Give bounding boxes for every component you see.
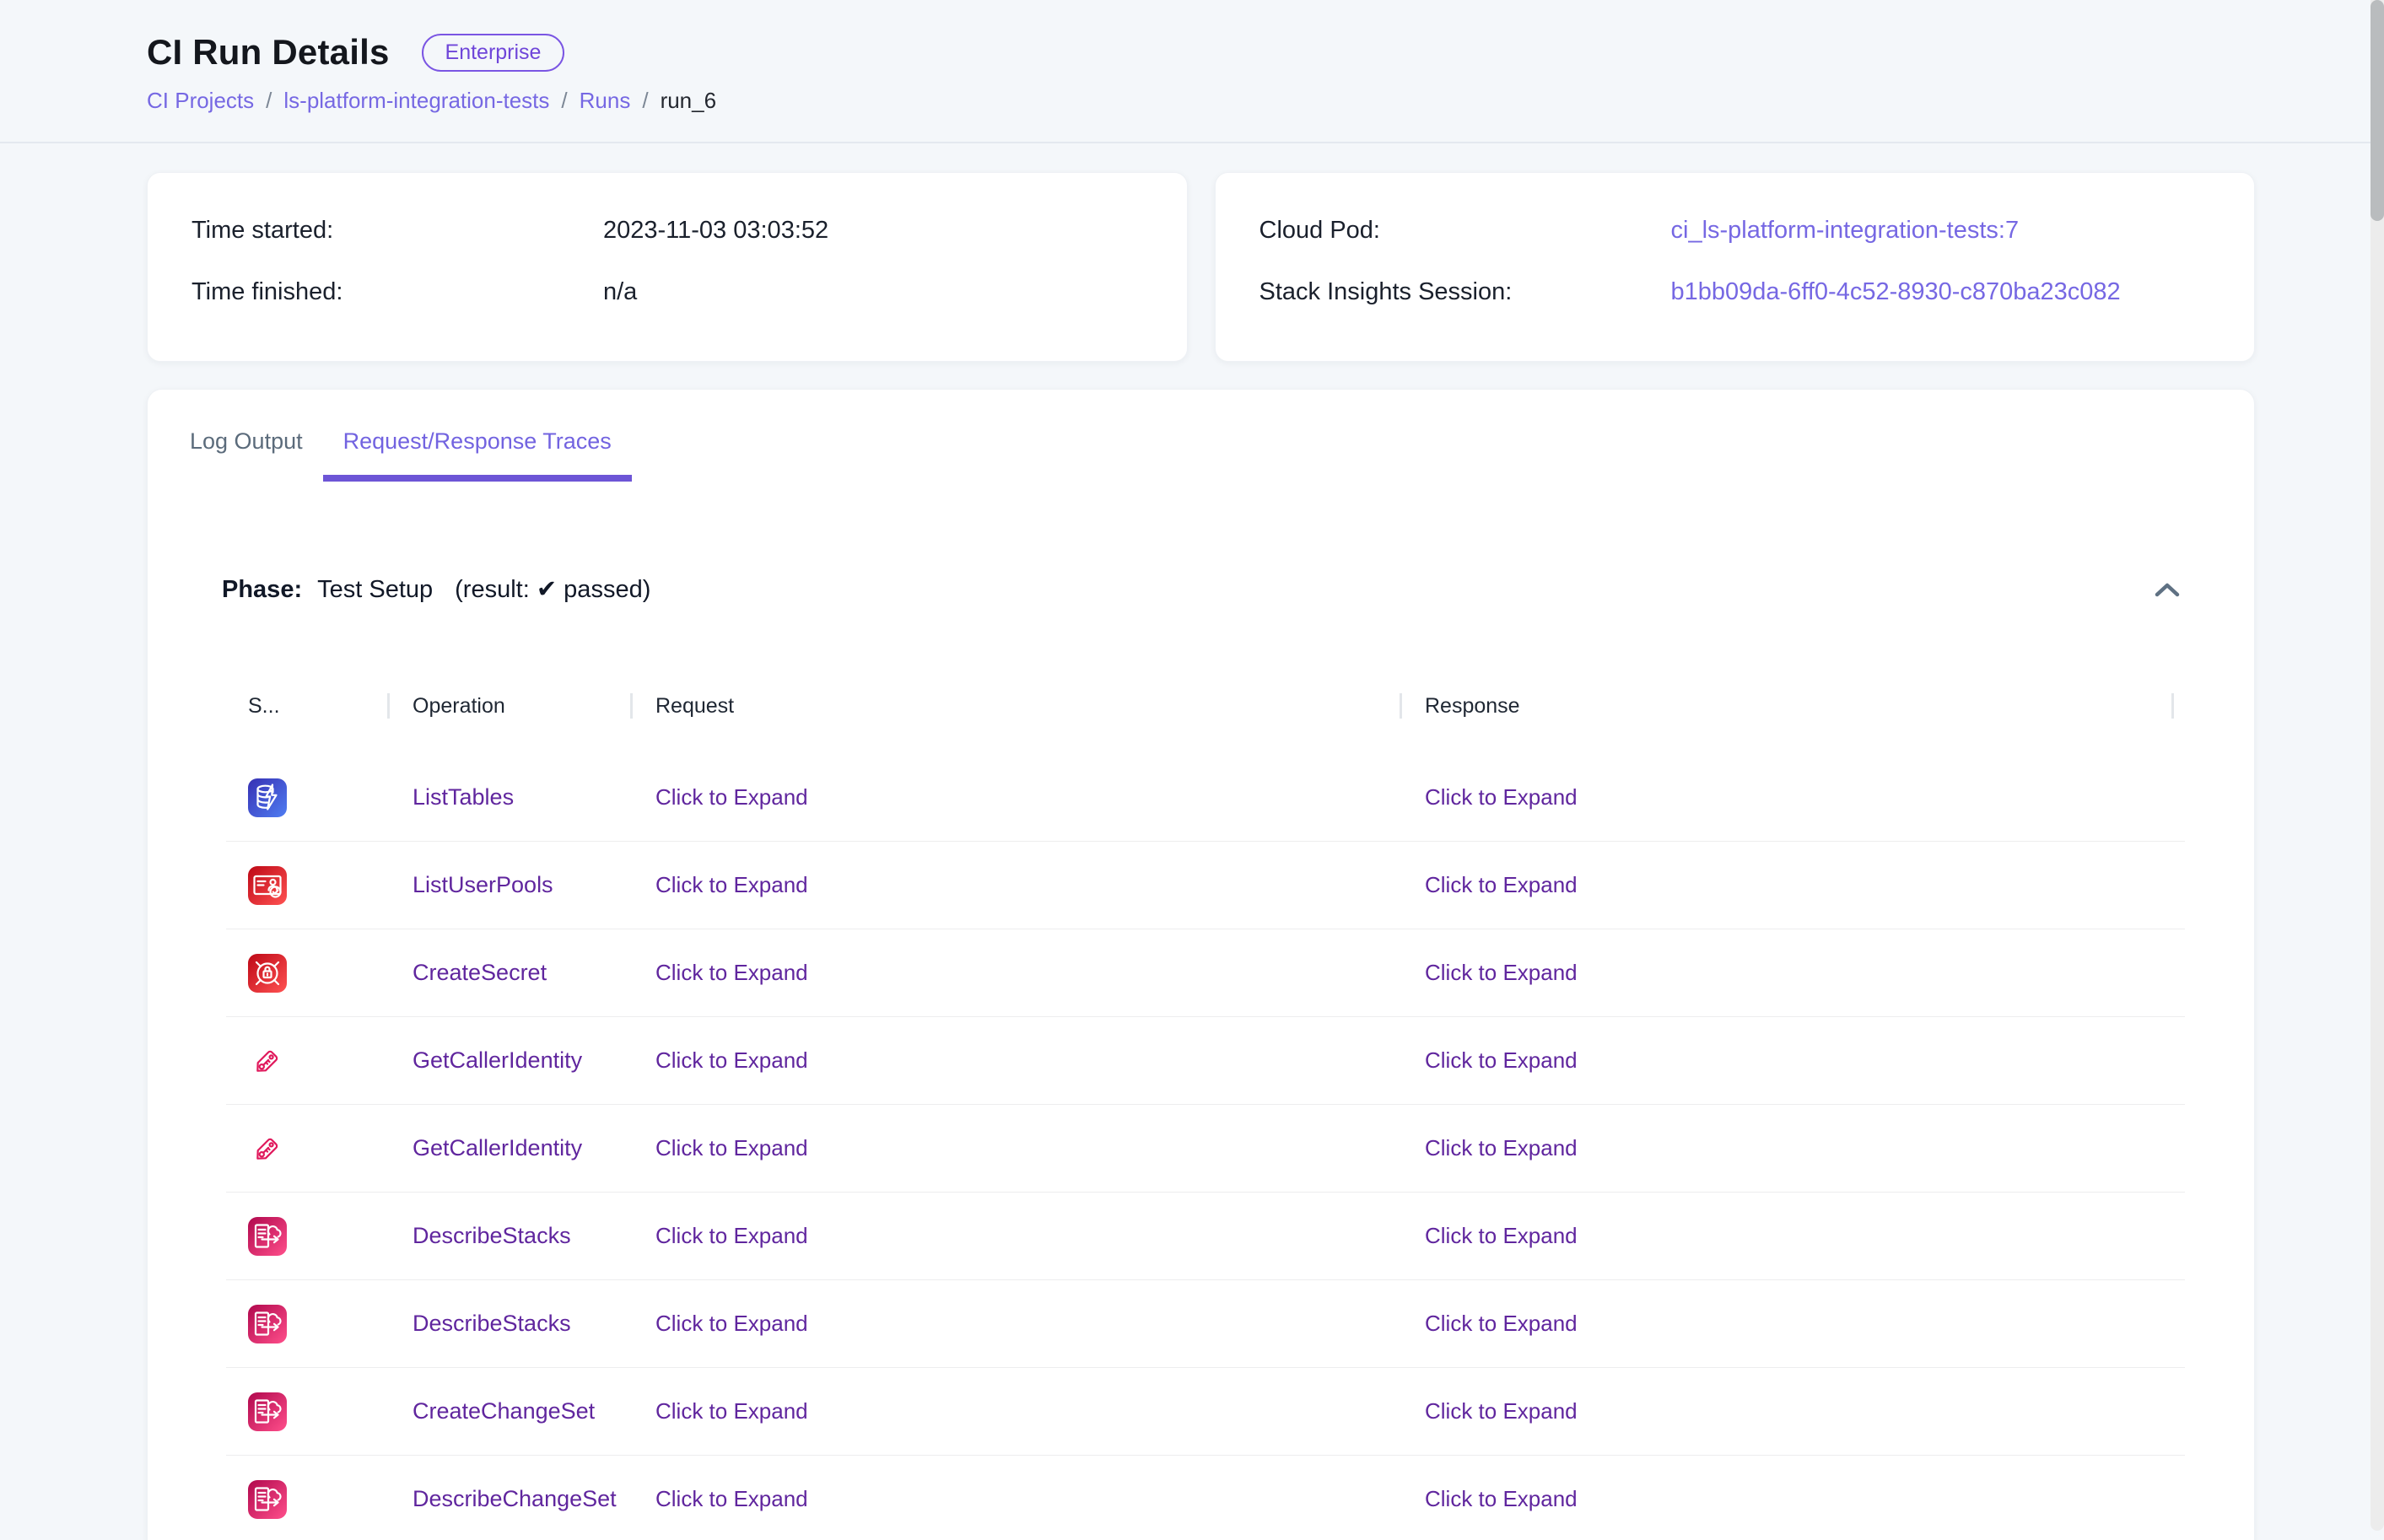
run-times-card: Time started: 2023-11-03 03:03:52 Time f…: [147, 172, 1188, 362]
secretsmanager-service-icon: [248, 954, 287, 993]
breadcrumb-item-run-6: run_6: [661, 88, 717, 114]
phase-header: Phase: Test Setup (result: ✔ passed): [148, 574, 2254, 604]
column-header-response: Response: [1400, 692, 2171, 720]
request-expand-link[interactable]: Click to Expand: [655, 1311, 808, 1336]
trace-table: S... Operation Request Response ListTabl…: [226, 692, 2185, 1540]
breadcrumb-item-runs[interactable]: Runs: [580, 88, 631, 114]
time-started-label: Time started:: [191, 217, 603, 245]
info-cards-row: Time started: 2023-11-03 03:03:52 Time f…: [147, 172, 2255, 362]
column-header-spacer: [2171, 692, 2197, 720]
sts-service-icon: [248, 1042, 287, 1080]
response-expand-link[interactable]: Click to Expand: [1425, 1223, 1578, 1248]
tab-bar: Log Output Request/Response Traces: [148, 390, 2254, 482]
cloudformation-service-icon: [248, 1305, 287, 1343]
response-expand-link[interactable]: Click to Expand: [1425, 872, 1578, 897]
column-header-status: S...: [226, 692, 387, 720]
operation-label: GetCallerIdentity: [413, 1135, 582, 1160]
phase-collapse-button[interactable]: [2149, 576, 2186, 603]
table-row: CreateChangeSet Click to Expand Click to…: [226, 1368, 2185, 1456]
operation-label: DescribeChangeSet: [413, 1486, 617, 1511]
dynamodb-service-icon: [248, 778, 287, 817]
breadcrumb-separator: /: [266, 88, 272, 114]
column-header-request: Request: [630, 692, 1400, 720]
page-scrollbar-track[interactable]: [2371, 0, 2384, 1531]
time-finished-label: Time finished:: [191, 278, 603, 306]
tab-request-response-traces[interactable]: Request/Response Traces: [323, 428, 632, 482]
run-links-card: Cloud Pod: ci_ls-platform-integration-te…: [1215, 172, 2256, 362]
response-expand-link[interactable]: Click to Expand: [1425, 960, 1578, 985]
table-row: ListUserPools Click to Expand Click to E…: [226, 842, 2185, 929]
trace-table-body: ListTables Click to Expand Click to Expa…: [226, 754, 2185, 1540]
operation-label: DescribeStacks: [413, 1223, 571, 1248]
table-row: CreateSecret Click to Expand Click to Ex…: [226, 929, 2185, 1017]
request-expand-link[interactable]: Click to Expand: [655, 872, 808, 897]
page-title: CI Run Details: [147, 32, 390, 73]
enterprise-badge: Enterprise: [422, 34, 565, 72]
page-scrollbar-thumb[interactable]: [2371, 0, 2384, 221]
cloud-pod-label: Cloud Pod:: [1259, 217, 1671, 245]
response-expand-link[interactable]: Click to Expand: [1425, 784, 1578, 810]
operation-label: CreateSecret: [413, 960, 547, 985]
table-row: DescribeStacks Click to Expand Click to …: [226, 1193, 2185, 1280]
response-expand-link[interactable]: Click to Expand: [1425, 1311, 1578, 1336]
phase-name: Test Setup: [317, 576, 433, 604]
column-header-operation: Operation: [387, 692, 630, 720]
time-finished-value: n/a: [603, 278, 637, 306]
request-expand-link[interactable]: Click to Expand: [655, 1398, 808, 1424]
response-expand-link[interactable]: Click to Expand: [1425, 1047, 1578, 1073]
table-row: GetCallerIdentity Click to Expand Click …: [226, 1105, 2185, 1193]
trace-table-header: S... Operation Request Response: [226, 692, 2185, 720]
request-expand-link[interactable]: Click to Expand: [655, 1047, 808, 1073]
cloudformation-service-icon: [248, 1392, 287, 1431]
cloudformation-service-icon: [248, 1217, 287, 1256]
operation-label: CreateChangeSet: [413, 1398, 595, 1424]
page-header: CI Run Details Enterprise CI Projects / ls…: [0, 0, 2384, 143]
breadcrumb: CI Projects / ls-platform-integration-test…: [147, 88, 2384, 114]
breadcrumb-separator: /: [561, 88, 567, 114]
table-row: ListTables Click to Expand Click to Expa…: [226, 754, 2185, 842]
operation-label: ListUserPools: [413, 872, 553, 897]
table-row: GetCallerIdentity Click to Expand Click …: [226, 1017, 2185, 1105]
cognito-service-icon: [248, 866, 287, 905]
stack-insights-link[interactable]: b1bb09da-6ff0-4c52-8930-c870ba23c082: [1671, 278, 2121, 306]
request-expand-link[interactable]: Click to Expand: [655, 960, 808, 985]
phase-label: Phase:: [222, 576, 302, 604]
request-expand-link[interactable]: Click to Expand: [655, 784, 808, 810]
breadcrumb-item-ci-projects[interactable]: CI Projects: [147, 88, 254, 114]
response-expand-link[interactable]: Click to Expand: [1425, 1398, 1578, 1424]
table-row: DescribeStacks Click to Expand Click to …: [226, 1280, 2185, 1368]
stack-insights-label: Stack Insights Session:: [1259, 278, 1671, 306]
breadcrumb-separator: /: [642, 88, 648, 114]
response-expand-link[interactable]: Click to Expand: [1425, 1135, 1578, 1160]
tab-log-output[interactable]: Log Output: [170, 428, 323, 482]
operation-label: DescribeStacks: [413, 1311, 571, 1336]
cloudformation-service-icon: [248, 1480, 287, 1519]
response-expand-link[interactable]: Click to Expand: [1425, 1486, 1578, 1511]
table-row: DescribeChangeSet Click to Expand Click …: [226, 1456, 2185, 1540]
sts-service-icon: [248, 1129, 287, 1168]
traces-card: Log Output Request/Response Traces Phase…: [147, 389, 2255, 1540]
time-started-value: 2023-11-03 03:03:52: [603, 217, 828, 245]
operation-label: ListTables: [413, 784, 514, 810]
request-expand-link[interactable]: Click to Expand: [655, 1223, 808, 1248]
request-expand-link[interactable]: Click to Expand: [655, 1486, 808, 1511]
request-expand-link[interactable]: Click to Expand: [655, 1135, 808, 1160]
phase-result: (result: ✔ passed): [455, 574, 650, 604]
operation-label: GetCallerIdentity: [413, 1047, 582, 1073]
breadcrumb-item-ls-platform-integration-tests[interactable]: ls-platform-integration-tests: [283, 88, 549, 114]
chevron-up-icon: [2154, 588, 2181, 600]
cloud-pod-link[interactable]: ci_ls-platform-integration-tests:7: [1671, 217, 2020, 245]
